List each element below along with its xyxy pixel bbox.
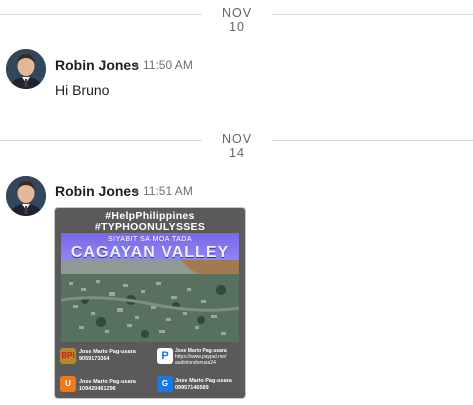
date-divider: NOV 14 <box>0 131 473 160</box>
date-label: NOV 14 <box>221 132 253 160</box>
message-time: 11:51 AM <box>143 184 193 198</box>
separator-dot: • <box>134 57 139 73</box>
image-attachment[interactable]: #HelpPhilippines #TYPHOONULYSSES SIYABIT… <box>55 208 245 398</box>
divider-line <box>272 14 473 15</box>
date-divider: NOV 10 <box>0 5 473 34</box>
payment-info: Jose Mario Pag-usara 09957146589 <box>175 378 243 391</box>
account-number: 109420461296 <box>79 385 116 392</box>
separator-dot: • <box>134 183 139 199</box>
unionbank-logo-icon: U <box>60 376 76 392</box>
divider-line <box>0 14 202 15</box>
gcash-logo-icon: G <box>157 376 173 392</box>
date-label: NOV 10 <box>221 6 253 34</box>
divider-line <box>272 140 473 141</box>
sender-name[interactable]: Robin Jones <box>55 183 139 199</box>
flood-aerial-photo <box>61 260 239 342</box>
account-link: https://www.paypal.me/ audiolondonusa24 <box>175 354 227 366</box>
divider-line <box>0 140 202 141</box>
sender-name[interactable]: Robin Jones <box>55 57 139 73</box>
payment-info: Jose Mario Pag-usara https://www.paypal.… <box>175 348 243 366</box>
account-number: 09957146589 <box>175 384 209 391</box>
payment-info: Jose Mario Pag-usara 109420461296 <box>79 379 153 392</box>
bpi-logo-icon: BPI <box>60 348 76 364</box>
account-number: 9059173364 <box>79 355 110 362</box>
message-time: 11:50 AM <box>143 58 193 72</box>
attachment-hashtag: #TYPHOONULYSSES <box>94 221 206 233</box>
banner-subtitle: SIYABIT SA MOA TADA <box>107 236 193 243</box>
avatar[interactable] <box>6 176 46 216</box>
avatar[interactable] <box>6 49 46 89</box>
paypal-logo-icon: P <box>157 348 173 364</box>
message-text: Hi Bruno <box>55 82 110 98</box>
payment-info: Jose Mario Pag-usara 9059173364 <box>79 349 151 362</box>
